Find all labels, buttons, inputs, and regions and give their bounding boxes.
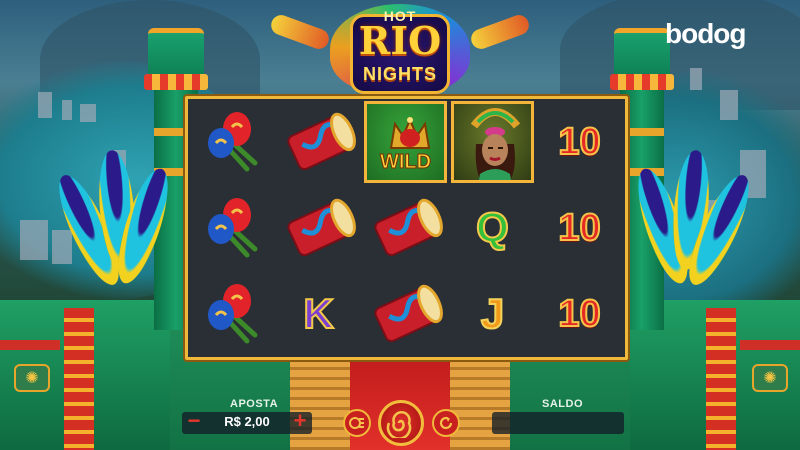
peacock-feathers-right	[628, 148, 760, 310]
greek-pattern-left	[64, 308, 94, 450]
bet-label: APOSTA	[230, 398, 279, 410]
brand-logo: bodog	[665, 18, 747, 49]
balance-label: SALDO	[542, 398, 583, 410]
reel-frame: K WILD Q J 10 10 10	[185, 96, 628, 360]
bet-value: R$ 2,00	[224, 414, 270, 429]
turbo-button[interactable]	[432, 409, 460, 437]
symbol-q-text: Q	[475, 203, 510, 252]
symbol-ten: 10	[536, 99, 623, 185]
symbol-maracas	[188, 99, 275, 185]
autoplay-icon	[349, 417, 364, 429]
wild-tile: WILD	[364, 101, 447, 183]
symbol-dancer	[449, 99, 536, 185]
symbol-drum	[275, 185, 362, 271]
dancer-tile	[451, 101, 534, 183]
symbol-q: Q	[449, 185, 536, 271]
symbol-j-text: J	[480, 289, 505, 338]
sun-emblem-icon: ✺	[14, 364, 50, 392]
symbol-k-text: K	[302, 289, 334, 338]
symbol-drum	[275, 99, 362, 185]
reel-grid: K WILD Q J 10 10 10	[188, 99, 625, 357]
greek-pattern-right	[706, 308, 736, 450]
logo-nights-text: NIGHTS	[362, 64, 437, 84]
symbol-drum	[362, 271, 449, 357]
symbol-ten: 10	[536, 271, 623, 357]
logo-rio-text: RIO	[358, 18, 442, 63]
crown-icon	[389, 117, 431, 149]
autoplay-button[interactable]	[343, 409, 371, 437]
balance-display	[492, 412, 624, 434]
sun-emblem-icon: ✺	[752, 364, 788, 392]
symbol-ten-text: 10	[557, 292, 601, 336]
symbol-k: K	[275, 271, 362, 357]
symbol-ten-text: 10	[557, 206, 601, 250]
symbol-maracas	[188, 271, 275, 357]
spin-icon	[386, 410, 412, 438]
bet-increase-button[interactable]: +	[290, 410, 310, 434]
bet-decrease-button[interactable]: −	[184, 410, 204, 434]
turbo-icon	[439, 416, 453, 430]
symbol-drum	[362, 185, 449, 271]
symbol-ten: 10	[536, 185, 623, 271]
symbol-j: J	[449, 271, 536, 357]
game-logo: HOT RIO NIGHTS	[268, 0, 532, 100]
wild-label: WILD	[379, 151, 432, 174]
symbol-ten-text: 10	[557, 120, 601, 164]
symbol-wild: WILD	[362, 99, 449, 185]
spin-button[interactable]	[378, 400, 424, 446]
peacock-feathers-left	[48, 148, 178, 310]
symbol-maracas	[188, 185, 275, 271]
